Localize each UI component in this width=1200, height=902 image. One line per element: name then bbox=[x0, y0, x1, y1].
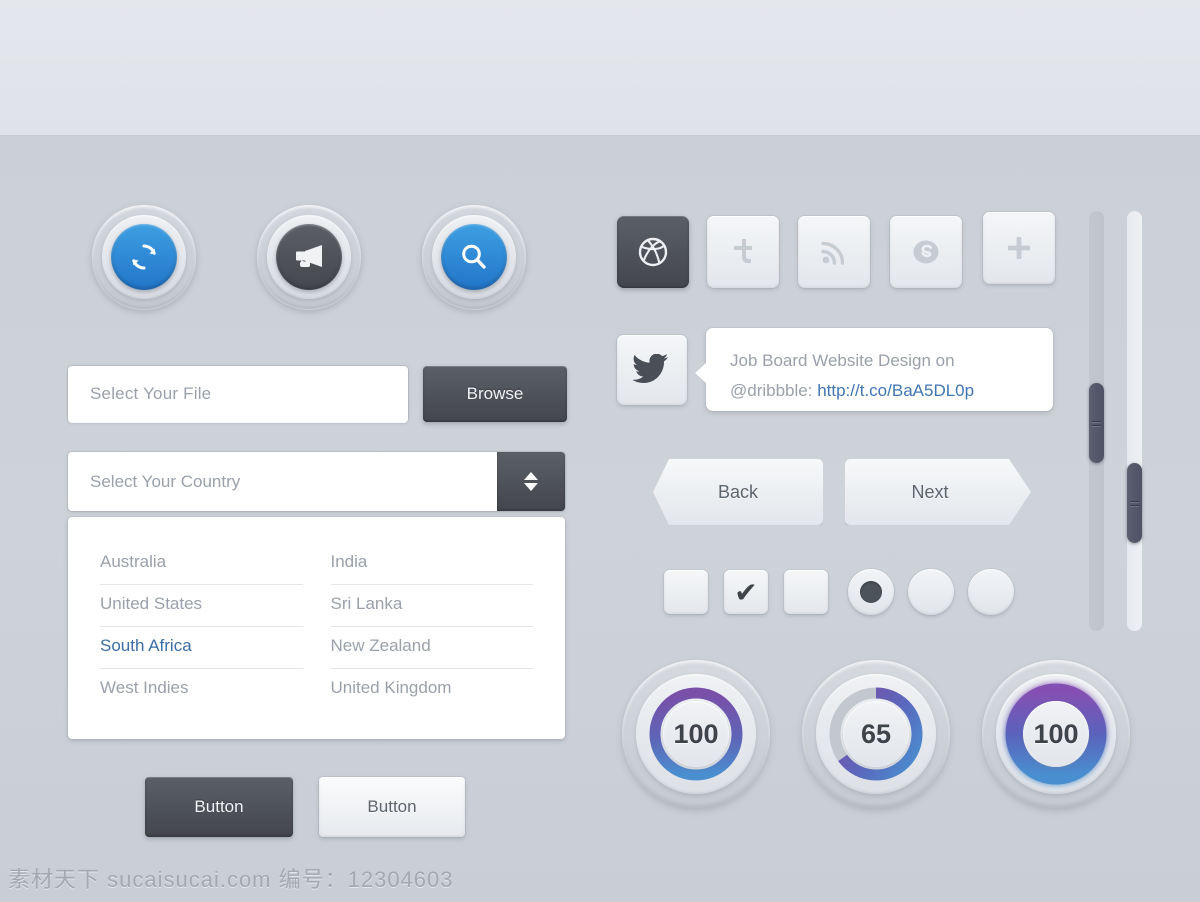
progress-dial-1-value: 100 bbox=[673, 718, 719, 749]
announce-button-core bbox=[276, 224, 342, 290]
refresh-button-core bbox=[111, 224, 177, 290]
list-item-selected[interactable]: South Africa bbox=[100, 627, 303, 669]
search-button-core bbox=[441, 224, 507, 290]
browse-button[interactable]: Browse bbox=[423, 366, 567, 422]
grip-line bbox=[1130, 504, 1139, 506]
social-button-add[interactable] bbox=[983, 212, 1055, 284]
chevron-up-icon bbox=[524, 472, 538, 480]
back-button[interactable]: Back bbox=[653, 459, 823, 525]
list-item[interactable]: Sri Lanka bbox=[330, 585, 533, 627]
list-item[interactable]: New Zealand bbox=[330, 627, 533, 669]
chevron-down-icon bbox=[524, 483, 538, 491]
tweet-line-2: @dribbble: http://t.co/BaA5DL0p bbox=[730, 376, 1029, 406]
tweet-avatar[interactable] bbox=[617, 335, 687, 405]
radio-1-selected[interactable] bbox=[848, 569, 894, 615]
tweet-handle: @dribbble: bbox=[730, 381, 818, 400]
tweet-link[interactable]: http://t.co/BaA5DL0p bbox=[817, 381, 974, 400]
refresh-button-ring bbox=[102, 215, 186, 299]
watermark-text: 素材天下 sucaisucai.com 编号：12304603 bbox=[8, 867, 454, 892]
refresh-icon bbox=[127, 240, 161, 274]
radio-3[interactable] bbox=[968, 569, 1014, 615]
checkbox-3[interactable] bbox=[784, 570, 828, 614]
rss-icon bbox=[820, 238, 848, 266]
country-select-stepper[interactable] bbox=[497, 452, 565, 511]
file-input-placeholder: Select Your File bbox=[90, 384, 212, 403]
progress-dial-3-plate: 100 bbox=[996, 674, 1116, 794]
scrollbar-right-track[interactable] bbox=[1127, 211, 1142, 631]
dribbble-icon bbox=[638, 237, 668, 267]
social-button-twitter[interactable] bbox=[707, 216, 779, 288]
list-item[interactable]: India bbox=[330, 543, 533, 585]
secondary-button[interactable]: Button bbox=[319, 777, 465, 837]
progress-dial-2-plate: 65 bbox=[816, 674, 936, 794]
radio-2[interactable] bbox=[908, 569, 954, 615]
tweet-bubble: Job Board Website Design on @dribbble: h… bbox=[706, 328, 1053, 411]
progress-dial-3-value: 100 bbox=[1033, 718, 1079, 749]
social-button-dribbble[interactable] bbox=[617, 216, 689, 288]
round-refresh-button[interactable] bbox=[92, 205, 196, 309]
list-item[interactable]: West Indies bbox=[100, 669, 303, 710]
country-dropdown-list: Australia United States South Africa Wes… bbox=[68, 517, 565, 739]
file-input[interactable]: Select Your File bbox=[68, 366, 408, 422]
twitter-bird-icon bbox=[633, 354, 671, 386]
radio-dot-icon bbox=[860, 581, 882, 603]
grip-line bbox=[1130, 500, 1139, 502]
plus-icon bbox=[1005, 234, 1033, 262]
search-button-ring bbox=[432, 215, 516, 299]
country-column-right: India Sri Lanka New Zealand United Kingd… bbox=[330, 543, 534, 711]
progress-dial-3[interactable]: 100 bbox=[982, 660, 1130, 808]
primary-button[interactable]: Button bbox=[145, 777, 293, 837]
list-item[interactable]: United States bbox=[100, 585, 303, 627]
checkbox-2-checked[interactable]: ✔ bbox=[724, 570, 768, 614]
check-icon: ✔ bbox=[734, 576, 758, 608]
megaphone-icon bbox=[292, 242, 326, 272]
tweet-line-1: Job Board Website Design on bbox=[730, 351, 955, 370]
progress-dial-1[interactable]: 100 bbox=[622, 660, 770, 808]
checkbox-1[interactable] bbox=[664, 570, 708, 614]
scrollbar-left-track[interactable] bbox=[1089, 211, 1104, 631]
country-column-left: Australia United States South Africa Wes… bbox=[100, 543, 303, 711]
grip-line bbox=[1092, 420, 1101, 422]
grip-line bbox=[1092, 424, 1101, 426]
ui-kit-canvas: Select Your File Browse Select Your Coun… bbox=[0, 0, 1200, 902]
top-background-band bbox=[0, 0, 1200, 136]
twitter-icon bbox=[730, 237, 756, 267]
social-button-skype[interactable] bbox=[890, 216, 962, 288]
progress-dial-2[interactable]: 65 bbox=[802, 660, 950, 808]
announce-button-ring bbox=[267, 215, 351, 299]
country-select-placeholder: Select Your Country bbox=[90, 471, 241, 491]
list-item[interactable]: United Kingdom bbox=[331, 669, 534, 710]
round-announce-button[interactable] bbox=[257, 205, 361, 309]
progress-dial-1-plate: 100 bbox=[636, 674, 756, 794]
progress-dial-2-value: 65 bbox=[860, 718, 892, 749]
country-select[interactable]: Select Your Country bbox=[68, 452, 565, 511]
search-icon bbox=[458, 241, 490, 273]
social-button-rss[interactable] bbox=[798, 216, 870, 288]
scrollbar-right-thumb[interactable] bbox=[1127, 463, 1142, 543]
skype-icon bbox=[911, 237, 941, 267]
round-search-button[interactable] bbox=[422, 205, 526, 309]
list-item[interactable]: Australia bbox=[100, 543, 303, 585]
scrollbar-left-thumb[interactable] bbox=[1089, 383, 1104, 463]
next-button[interactable]: Next bbox=[845, 459, 1031, 525]
